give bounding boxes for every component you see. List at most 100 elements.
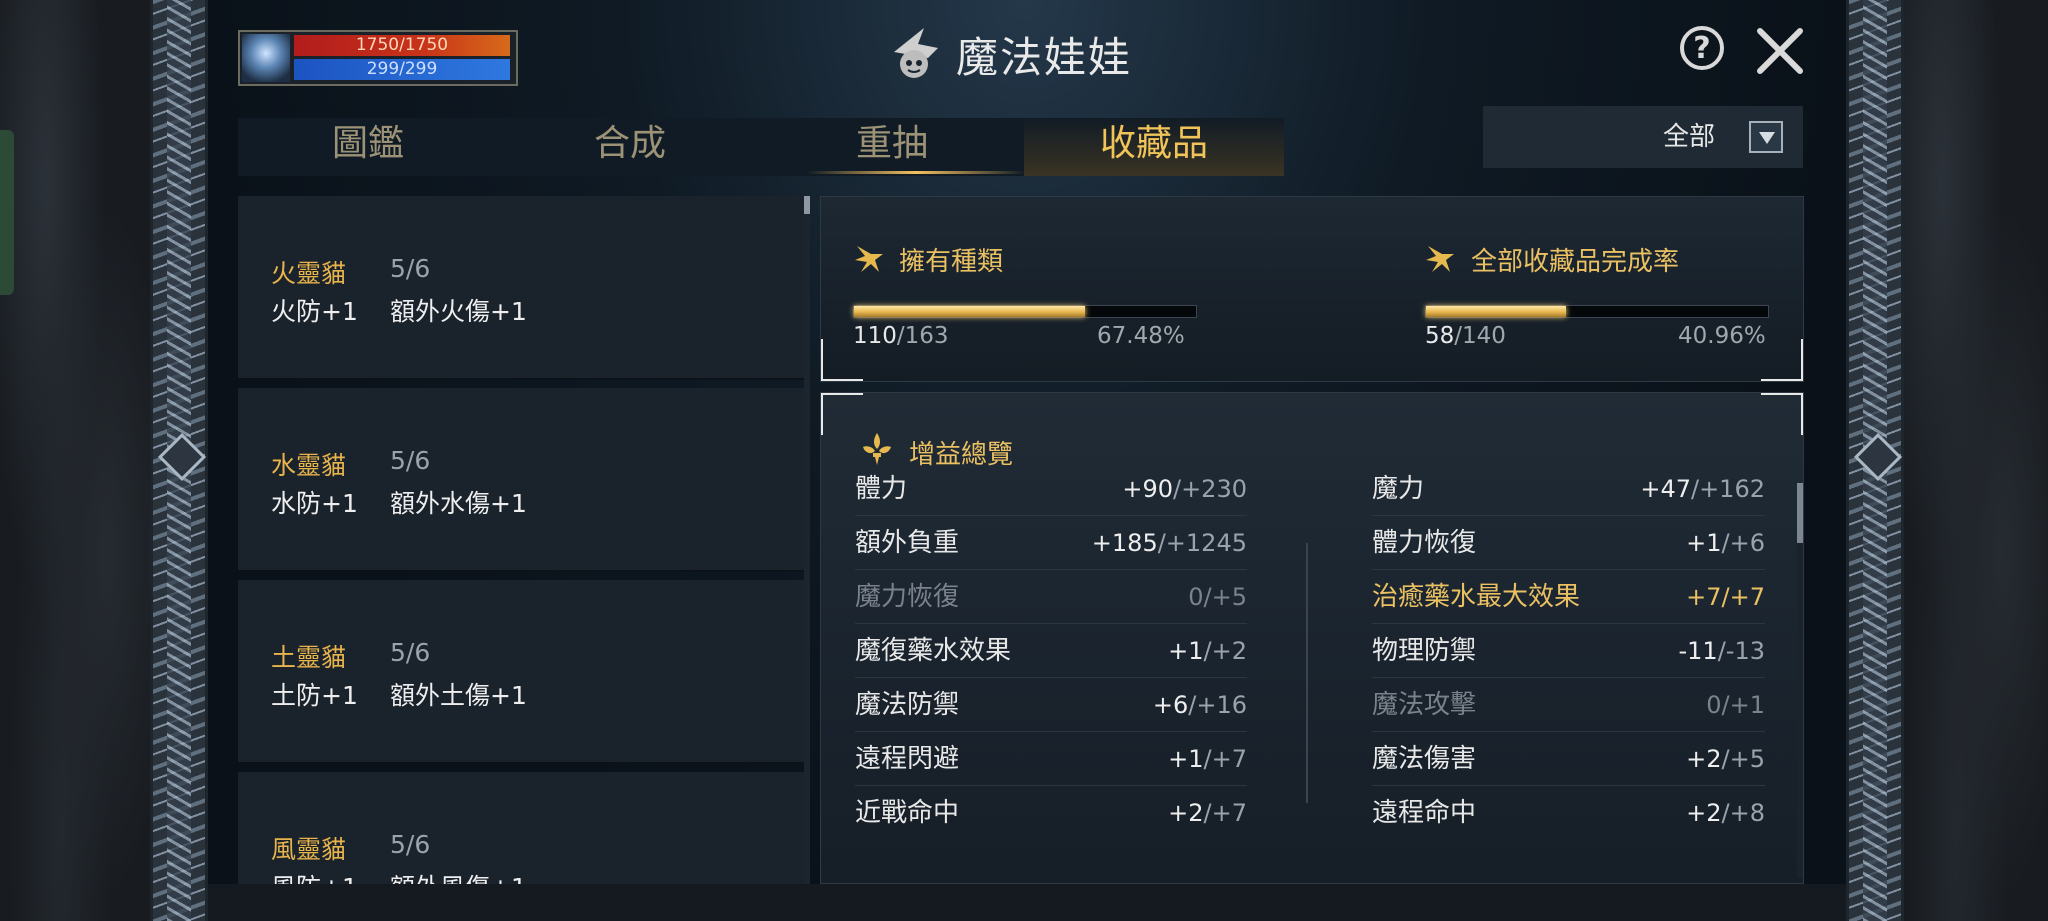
page-title: 魔法娃娃	[884, 22, 1132, 86]
completion-percent: 40.96%	[1678, 323, 1766, 349]
bonus-row: 治癒藥水最大效果 +7/+7	[1372, 570, 1765, 624]
bonus-label: 體力恢復	[1372, 528, 1477, 558]
hp-bar: 1750/1750	[294, 35, 510, 56]
bonus-label: 物理防禦	[1372, 636, 1477, 666]
bonus-value: +47/+162	[1640, 475, 1765, 503]
list-scrollbar[interactable]	[804, 196, 810, 884]
column-divider-ornament	[1306, 543, 1308, 803]
bonus-scrollbar[interactable]	[1797, 483, 1803, 878]
bonus-row: 遠程命中 +2/+8	[1372, 786, 1765, 840]
collection-name: 水靈貓	[271, 451, 347, 480]
magic-doll-icon	[894, 28, 938, 78]
bonus-label: 魔法攻擊	[1372, 690, 1477, 720]
collection-count: 5/6	[390, 638, 431, 667]
border-gem	[1853, 432, 1903, 482]
tab-codex[interactable]: 圖鑑	[238, 118, 498, 176]
collection-list[interactable]: 火靈貓 5/6 火防+1 額外火傷+1 水靈貓 5/6 水防+1 額外水傷+1 …	[238, 196, 804, 884]
bonus-value: +185/+1245	[1091, 529, 1247, 557]
bonus-row: 物理防禦 -11/-13	[1372, 624, 1765, 678]
corner-ornament	[1761, 339, 1803, 381]
owned-types-label: 擁有種類	[899, 247, 1004, 277]
ornate-border-left	[150, 0, 208, 921]
bottom-strip	[205, 884, 1846, 921]
collection-stats-panel: 擁有種類 110/163 67.48% 全部收藏品完成率 58/140 40.9…	[820, 196, 1804, 382]
collection-effect: 額外風傷+1	[390, 868, 527, 884]
bonus-row: 魔力恢復 0/+5	[855, 570, 1247, 624]
bonus-value: 0/+5	[1188, 583, 1247, 611]
bonus-label: 治癒藥水最大效果	[1372, 582, 1581, 612]
collection-name: 火靈貓	[271, 259, 347, 288]
side-edge-tab[interactable]	[0, 130, 14, 295]
completion-rate-label: 全部收藏品完成率	[1471, 247, 1680, 277]
corner-ornament	[1761, 393, 1803, 435]
tab-redraw[interactable]: 重抽	[762, 118, 1022, 176]
list-item[interactable]: 水靈貓 5/6 水防+1 額外水傷+1	[238, 388, 804, 572]
bonus-label: 魔復藥水效果	[855, 636, 1012, 666]
owned-progress-fill	[854, 306, 1085, 317]
list-item[interactable]: 火靈貓 5/6 火防+1 額外火傷+1	[238, 196, 804, 380]
bonus-label: 魔力恢復	[855, 582, 960, 612]
bonus-row: 魔力 +47/+162	[1372, 462, 1765, 516]
collection-effect: 風防+1	[271, 868, 358, 884]
bonus-label: 近戰命中	[855, 798, 960, 828]
player-status: 1750/1750 299/299	[238, 30, 518, 86]
list-item[interactable]: 土靈貓 5/6 土防+1 額外土傷+1	[238, 580, 804, 764]
scrollbar-thumb[interactable]	[1797, 483, 1803, 543]
collection-effect: 額外火傷+1	[390, 297, 527, 326]
filter-selected: 全部	[1662, 122, 1715, 152]
bonus-label: 魔法傷害	[1372, 744, 1477, 774]
title-text: 魔法娃娃	[956, 32, 1133, 82]
avatar[interactable]	[242, 34, 290, 82]
tab-bar: 圖鑑 合成 重抽 收藏品	[238, 118, 1284, 176]
bonus-row: 魔法攻擊 0/+1	[1372, 678, 1765, 732]
bonus-value: +1/+2	[1168, 637, 1247, 665]
list-item[interactable]: 風靈貓 5/6 風防+1 額外風傷+1	[238, 772, 804, 884]
bonus-row: 魔法防禦 +6/+16	[855, 678, 1247, 732]
collection-name: 土靈貓	[271, 643, 347, 672]
collection-effect: 額外水傷+1	[390, 489, 527, 518]
scrollbar-thumb[interactable]	[804, 196, 810, 214]
tab-synthesis[interactable]: 合成	[500, 118, 760, 176]
stone-background-left	[0, 0, 152, 921]
bonus-row: 體力恢復 +1/+6	[1372, 516, 1765, 570]
completion-progress-fill	[1426, 306, 1567, 317]
bonus-label: 魔法防禦	[855, 690, 960, 720]
owned-percent: 67.48%	[1097, 323, 1185, 349]
filter-dropdown[interactable]: 全部	[1483, 106, 1803, 168]
collection-name: 風靈貓	[271, 835, 347, 864]
bonus-value: +1/+7	[1168, 745, 1247, 773]
collection-count: 5/6	[390, 254, 431, 283]
border-gem	[157, 432, 207, 482]
collection-effect: 火防+1	[271, 297, 358, 326]
bonus-value: 0/+1	[1706, 691, 1765, 719]
owned-progress-bar	[853, 305, 1197, 318]
corner-ornament	[821, 393, 863, 435]
bonus-row: 近戰命中 +2/+7	[855, 786, 1247, 840]
collection-count: 5/6	[390, 830, 431, 859]
tab-collection[interactable]: 收藏品	[1024, 118, 1284, 176]
completion-progress-bar	[1425, 305, 1769, 318]
active-tab-indicator	[806, 171, 1026, 174]
close-icon[interactable]	[1754, 25, 1806, 77]
bonus-row: 魔復藥水效果 +1/+2	[855, 624, 1247, 678]
bonus-label: 體力	[855, 474, 908, 504]
sparkle-icon	[855, 246, 883, 272]
bonus-value: +2/+8	[1686, 799, 1765, 827]
bonus-value: +7/+7	[1686, 583, 1765, 611]
bonus-value: -11/-13	[1678, 637, 1766, 665]
bonus-label: 遠程命中	[1372, 798, 1477, 828]
bonus-overview-panel: 增益總覽 體力 +90/+230 額外負重 +185/+1245 魔力恢復 0/…	[820, 392, 1804, 884]
bonus-label: 額外負重	[855, 528, 960, 558]
sparkle-icon	[1426, 246, 1454, 272]
owned-count: 110/163	[853, 323, 949, 349]
ornate-border-right	[1846, 0, 1904, 921]
bonus-row: 魔法傷害 +2/+5	[1372, 732, 1765, 786]
chevron-down-icon[interactable]	[1749, 121, 1783, 153]
bonus-row: 額外負重 +185/+1245	[855, 516, 1247, 570]
help-icon[interactable]: ?	[1680, 26, 1724, 70]
collection-count: 5/6	[390, 446, 431, 475]
mp-bar: 299/299	[294, 59, 510, 80]
completion-count: 58/140	[1425, 323, 1506, 349]
bonus-label: 遠程閃避	[855, 744, 960, 774]
bonus-value: +2/+7	[1168, 799, 1247, 827]
